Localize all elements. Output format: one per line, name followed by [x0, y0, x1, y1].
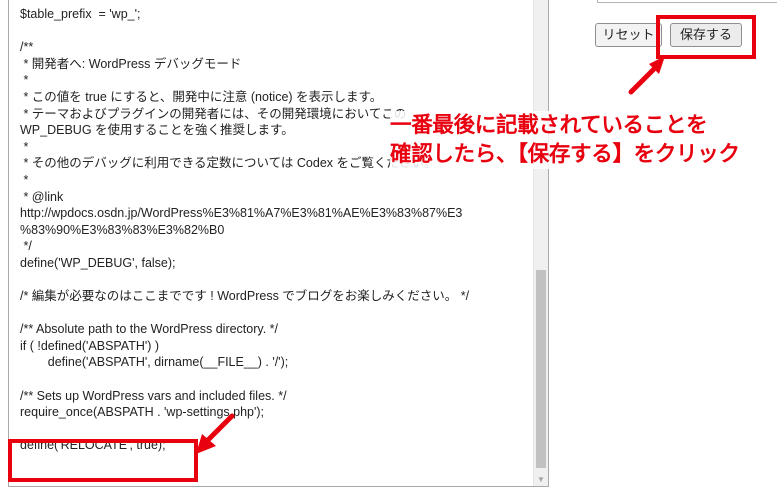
code-line[interactable]: [20, 305, 530, 322]
code-line[interactable]: */: [20, 238, 530, 255]
code-line[interactable]: [20, 371, 530, 388]
top-input-edge: [597, 0, 777, 3]
scrollbar-thumb[interactable]: [536, 270, 546, 468]
code-line[interactable]: [20, 23, 530, 40]
code-line[interactable]: $table_prefix = 'wp_';: [20, 6, 530, 23]
code-line[interactable]: /** Sets up WordPress vars and included …: [20, 388, 530, 405]
code-line[interactable]: * 開発者へ: WordPress デバッグモード: [20, 56, 530, 73]
scroll-down-arrow-icon[interactable]: ▼: [534, 473, 548, 486]
code-line[interactable]: require_once(ABSPATH . 'wp-settings.php'…: [20, 404, 530, 421]
code-line[interactable]: *: [20, 72, 530, 89]
code-line[interactable]: if ( !defined('ABSPATH') ): [20, 338, 530, 355]
code-line[interactable]: /**: [20, 39, 530, 56]
editor-scrollbar[interactable]: ▼: [533, 0, 548, 486]
code-editor[interactable]: $table_prefix = 'wp_'; /** * 開発者へ: WordPr…: [8, 0, 549, 487]
code-line[interactable]: * @link: [20, 189, 530, 206]
code-line[interactable]: [20, 272, 530, 289]
code-line[interactable]: /* 編集が必要なのはここまでです ! WordPress でブログをお楽しみく…: [20, 288, 530, 305]
code-line[interactable]: * この値を true にすると、開発中に注意 (notice) を表示します。: [20, 89, 530, 106]
code-content[interactable]: $table_prefix = 'wp_'; /** * 開発者へ: WordPr…: [20, 6, 530, 454]
code-line[interactable]: define('WP_DEBUG', false);: [20, 255, 530, 272]
callout-line-1: 一番最後に記載されていることを: [390, 113, 708, 138]
instruction-callout: 一番最後に記載されていることを 確認したら、【保存する】をクリック: [390, 111, 770, 169]
code-line[interactable]: define('RELOCATE', true);: [20, 437, 530, 454]
code-line[interactable]: /** Absolute path to the WordPress direc…: [20, 321, 530, 338]
reset-button[interactable]: リセット: [595, 23, 662, 47]
code-line[interactable]: *: [20, 172, 530, 189]
callout-line-2: 確認したら、【保存する】をクリック: [390, 142, 740, 167]
code-line[interactable]: define('ABSPATH', dirname(__FILE__) . '/…: [20, 354, 530, 371]
code-line[interactable]: http://wpdocs.osdn.jp/WordPress%E3%81%A7…: [20, 205, 530, 222]
arrow-to-save-icon: [628, 56, 665, 95]
code-line[interactable]: %83%90%E3%83%83%E3%82%B0: [20, 222, 530, 239]
code-line[interactable]: [20, 421, 530, 438]
save-button[interactable]: 保存する: [670, 23, 742, 47]
